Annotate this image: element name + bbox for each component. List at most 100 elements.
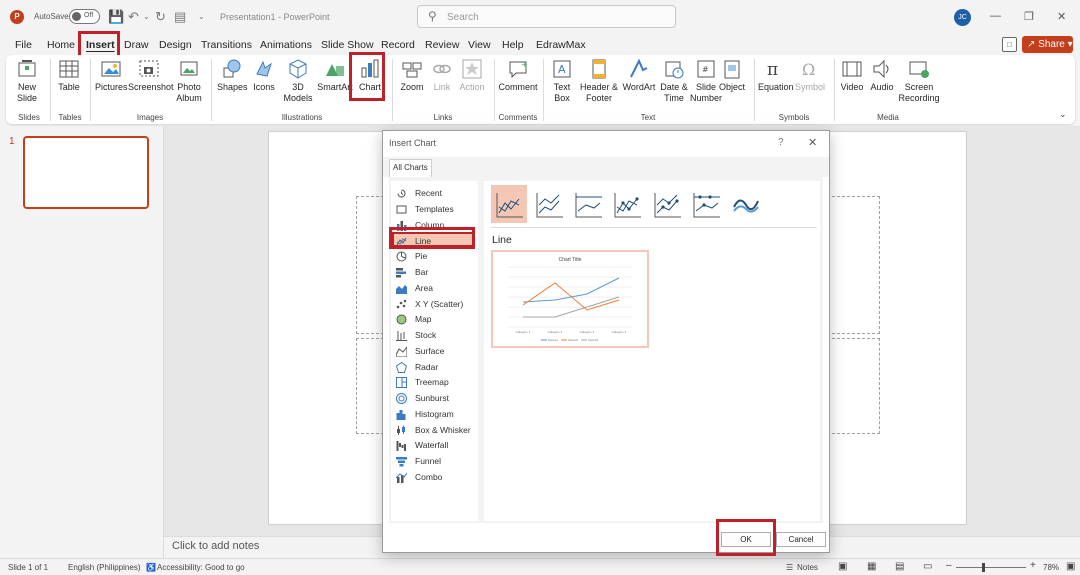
restore-icon[interactable]: ❐	[1024, 10, 1034, 23]
tab-slide-show[interactable]: Slide Show	[321, 39, 374, 51]
link-button[interactable]: Link	[429, 58, 455, 93]
chart-type-stock[interactable]: Stock	[394, 328, 474, 343]
symbol-button[interactable]: Ω Symbol	[794, 58, 826, 93]
tab-draw[interactable]: Draw	[124, 39, 149, 51]
chart-type-bar[interactable]: Bar	[394, 265, 474, 280]
chart-type-combo[interactable]: Combo	[394, 470, 474, 485]
search-box[interactable]: ⚲ Search	[417, 5, 676, 28]
3d-models-label: 3D Models	[283, 82, 313, 103]
slide-sorter-icon[interactable]: ▦	[867, 561, 876, 572]
subtype-100-stacked-line-markers[interactable]	[688, 185, 724, 223]
undo-dropdown-icon[interactable]: ⌄	[143, 12, 150, 21]
chart-type-funnel[interactable]: Funnel	[394, 454, 474, 469]
undo-icon[interactable]: ↶	[128, 9, 139, 25]
chart-type-recent[interactable]: Recent	[394, 186, 474, 201]
date-time-button[interactable]: Date & Time	[659, 58, 689, 104]
wordart-button[interactable]: WordArt	[620, 58, 658, 93]
tab-review[interactable]: Review	[425, 39, 459, 51]
zoom-slider[interactable]	[956, 567, 1026, 568]
object-button[interactable]: Object	[717, 58, 747, 93]
smartart-button[interactable]: SmartArt	[317, 58, 353, 93]
reading-view-icon[interactable]: ▤	[895, 561, 904, 572]
help-icon[interactable]: ?	[778, 137, 784, 148]
tab-help[interactable]: Help	[502, 39, 524, 51]
tab-transitions[interactable]: Transitions	[201, 39, 252, 51]
chart-type-waterfall[interactable]: Waterfall	[394, 438, 474, 453]
share-button[interactable]: ↗ Share ▾	[1022, 36, 1073, 53]
save-icon[interactable]: 💾	[108, 9, 124, 25]
tab-all-charts[interactable]: All Charts	[389, 159, 432, 177]
tab-file[interactable]: File	[15, 39, 32, 51]
chart-type-templates[interactable]: Templates	[394, 202, 474, 217]
icons-button[interactable]: Icons	[249, 58, 279, 93]
close-icon[interactable]: ✕	[1057, 10, 1066, 23]
audio-button[interactable]: Audio	[868, 58, 896, 93]
zoom-level[interactable]: 78%	[1043, 563, 1059, 572]
chart-type-pie[interactable]: Pie	[394, 249, 474, 264]
3d-models-button[interactable]: 3D Models	[280, 58, 316, 104]
fit-slide-icon[interactable]: ▣	[1066, 561, 1075, 572]
tab-record[interactable]: Record	[381, 39, 415, 51]
comments-icon[interactable]: □	[1002, 37, 1017, 52]
toggle-knob	[72, 12, 81, 21]
tab-animations[interactable]: Animations	[260, 39, 312, 51]
chart-type-map[interactable]: Map	[394, 312, 474, 327]
customize-toolbar-icon[interactable]: ⌄	[198, 12, 205, 21]
zoom-in-icon[interactable]: +	[1030, 560, 1036, 571]
subtype-3d-line[interactable]	[727, 185, 763, 223]
subtype-line-markers[interactable]	[609, 185, 645, 223]
dialog-close-icon[interactable]: ✕	[808, 136, 817, 149]
chart-type-histogram[interactable]: Histogram	[394, 407, 474, 422]
chart-type-xy-scatter[interactable]: X Y (Scatter)	[394, 297, 474, 312]
subtype-stacked-line[interactable]	[531, 185, 567, 223]
chart-type-sunburst[interactable]: Sunburst	[394, 391, 474, 406]
present-icon[interactable]: ▤	[174, 9, 186, 25]
normal-view-icon[interactable]: ▣	[838, 561, 847, 572]
avatar[interactable]: JC	[954, 9, 971, 26]
screen-recording-button[interactable]: Screen Recording	[898, 58, 940, 104]
comment-button[interactable]: + Comment	[498, 58, 538, 93]
tab-home[interactable]: Home	[47, 39, 75, 51]
header-footer-button[interactable]: Header & Footer	[579, 58, 619, 104]
pictures-button[interactable]: Pictures	[95, 58, 128, 93]
tab-design[interactable]: Design	[159, 39, 192, 51]
shapes-button[interactable]: Shapes	[217, 58, 248, 93]
chart-type-surface[interactable]: Surface	[394, 344, 474, 359]
zoom-button[interactable]: Zoom	[397, 58, 427, 93]
chart-type-label: Histogram	[415, 409, 454, 419]
action-button[interactable]: Action	[457, 58, 487, 93]
notes-button[interactable]: Notes	[797, 563, 818, 572]
video-button[interactable]: Video	[838, 58, 866, 93]
separator	[90, 59, 91, 121]
subtype-stacked-line-markers[interactable]	[649, 185, 685, 223]
text-box-button[interactable]: A Text Box	[548, 58, 576, 104]
tab-view[interactable]: View	[468, 39, 491, 51]
collapse-ribbon-icon[interactable]: ⌄	[1059, 109, 1067, 120]
screenshot-button[interactable]: Screenshot	[128, 58, 174, 93]
chart-type-label: Stock	[415, 330, 437, 340]
chart-preview[interactable]: Chart Title Category 1 Category 2 Catego…	[491, 250, 649, 348]
preview-category-label: Category 2	[548, 330, 563, 334]
redo-icon[interactable]: ↻	[155, 9, 166, 25]
accessibility-status[interactable]: Accessibility: Good to go	[157, 563, 245, 572]
chart-type-area[interactable]: Area	[394, 281, 474, 296]
photo-album-button[interactable]: Photo Album	[172, 58, 206, 104]
tab-edrawmax[interactable]: EdrawMax	[536, 39, 586, 51]
subtype-100-stacked-line[interactable]	[570, 185, 606, 223]
table-button[interactable]: Table	[55, 58, 83, 93]
chart-type-radar[interactable]: Radar	[394, 360, 474, 375]
chart-type-box-whisker[interactable]: Box & Whisker	[394, 423, 474, 438]
zoom-out-icon[interactable]: –	[946, 560, 952, 571]
new-slide-button[interactable]: New Slide	[12, 58, 42, 104]
surface-icon	[396, 346, 407, 357]
minimize-icon[interactable]: —	[990, 10, 1001, 22]
equation-button[interactable]: π Equation	[758, 58, 794, 93]
autosave-toggle[interactable]: Off	[69, 9, 100, 24]
subtype-line[interactable]	[491, 185, 527, 223]
zoom-slider-thumb[interactable]	[982, 563, 985, 572]
chart-type-treemap[interactable]: Treemap	[394, 375, 474, 390]
language-indicator[interactable]: English (Philippines)	[68, 563, 140, 572]
slide-show-icon[interactable]: ▭	[923, 561, 932, 572]
cancel-button[interactable]: Cancel	[776, 532, 826, 547]
slide-thumbnail[interactable]	[23, 136, 149, 209]
